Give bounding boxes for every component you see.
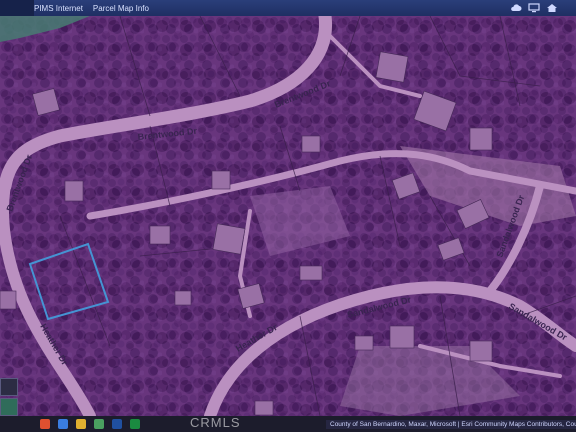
menu-pims-internet[interactable]: PIMS Internet xyxy=(34,4,83,13)
folder-icon[interactable] xyxy=(76,419,86,429)
toolbar-right xyxy=(510,3,576,14)
menubar-logo-area xyxy=(0,0,34,16)
status-bar: County of San Bernardino, Maxar, Microso… xyxy=(0,416,576,432)
taskbar xyxy=(0,419,140,429)
browser-icon[interactable] xyxy=(40,419,50,429)
app-icon[interactable] xyxy=(58,419,68,429)
screen-icon[interactable] xyxy=(528,3,540,14)
map-attribution: County of San Bernardino, Maxar, Microso… xyxy=(326,419,576,429)
excel-icon[interactable] xyxy=(130,419,140,429)
screen-tint xyxy=(0,16,576,416)
map-layer-widget[interactable] xyxy=(0,398,18,416)
watermark: CRMLS xyxy=(190,415,241,430)
word-icon[interactable] xyxy=(112,419,122,429)
aerial-map[interactable]: Brentwood Dr Brentwood Dr Brentwood Dr S… xyxy=(0,16,576,416)
cloud-icon[interactable] xyxy=(510,3,522,14)
menu-parcel-map-info[interactable]: Parcel Map Info xyxy=(93,4,149,13)
map-canvas: Brentwood Dr Brentwood Dr Brentwood Dr S… xyxy=(0,16,576,416)
app-menubar: PIMS Internet Parcel Map Info xyxy=(0,0,576,16)
app-icon[interactable] xyxy=(94,419,104,429)
map-zoom-widget[interactable] xyxy=(0,378,18,396)
home-icon[interactable] xyxy=(546,3,558,14)
